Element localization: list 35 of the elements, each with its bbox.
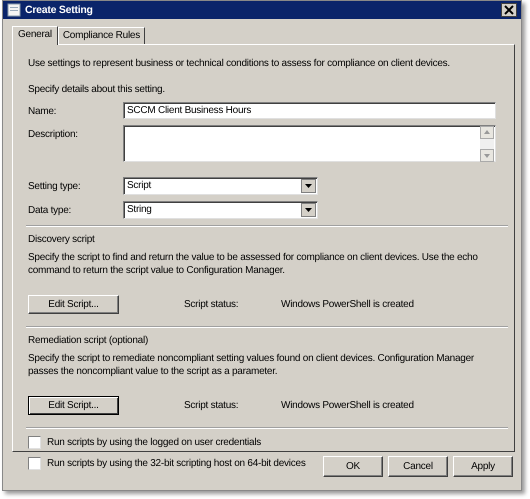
dropdown[interactable]: String [123,201,318,219]
dialog-button[interactable]: OK [323,456,383,477]
window-title: Create Setting [25,4,94,16]
section-description: Specify the script to remediate noncompliant setting values found on client devices. Configuration Manager passes the noncompliant value to the script as a parameter. [28,352,475,378]
dropdown[interactable]: Script [123,177,318,195]
checkbox[interactable] [28,436,41,449]
field-label: Setting type: [28,180,82,193]
checkbox[interactable] [28,457,41,470]
caret-icon [301,179,316,193]
status-value: Windows PowerShell is created [281,399,414,412]
checkbox-label: Run scripts by using the logged on user credentials [47,436,262,449]
field-label: Data type: [28,204,72,217]
section-description: Specify the script to find and return the value to be assessed for compliance on client devices. Use the echo command to return the script value to Configuration Manager. [28,251,479,277]
caret-icon [301,203,316,217]
dialog-button[interactable]: Apply [453,456,513,477]
dialog-button[interactable]: Cancel [388,456,448,477]
scrollbar[interactable] [480,126,494,162]
tab[interactable]: General [12,26,58,45]
section-heading: Discovery script [28,233,96,246]
name-field[interactable]: SCCM Client Business Hours [123,102,496,119]
status-label: Script status: [184,298,240,311]
close-icon[interactable] [501,3,517,17]
edit-script-button[interactable]: Edit Script... [28,295,119,314]
section-heading: Remediation script (optional) [28,334,150,347]
field-label: Name: [28,105,58,118]
intro-text: Use settings to represent business or technical conditions to assess for compliance on client devices. [28,57,451,70]
checkbox-label: Run scripts by using the 32-bit scripting host on 64-bit devices [47,457,306,470]
status-value: Windows PowerShell is created [281,298,414,311]
status-label: Script status: [184,399,240,412]
description-field[interactable] [123,125,496,162]
tab[interactable]: Compliance Rules [58,27,145,44]
edit-script-button[interactable]: Edit Script... [28,396,119,415]
field-label: Description: [28,128,79,141]
window-icon [7,3,21,17]
section-text: Specify details about this setting. [28,83,166,96]
